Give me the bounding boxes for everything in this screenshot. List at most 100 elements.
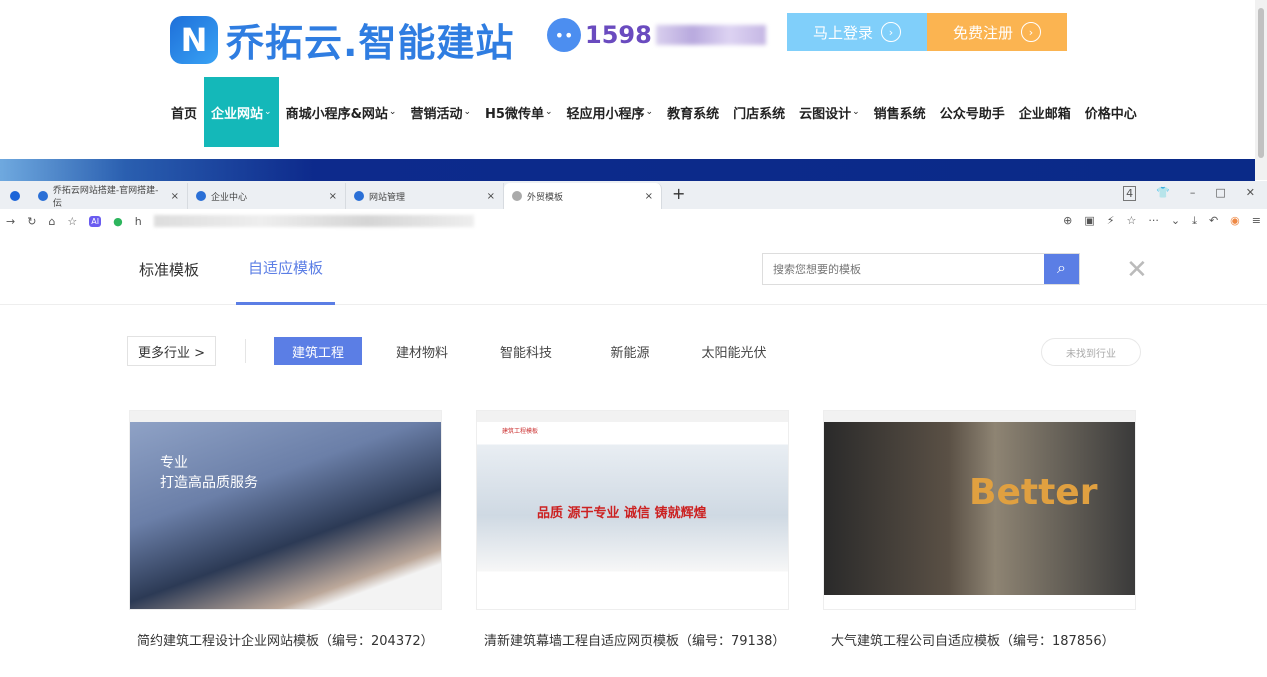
template-title: 清新建筑幕墙工程自适应网页模板（编号：79138）	[476, 630, 789, 649]
industry-not-found-button[interactable]: 未找到行业	[1041, 338, 1141, 366]
logo[interactable]: N乔拓云.智能建站	[170, 12, 514, 67]
favorites-icon[interactable]: ☆	[67, 215, 77, 228]
more-industries-button[interactable]: 更多行业 >	[127, 336, 216, 366]
nav-item[interactable]: 销售系统	[867, 77, 933, 147]
browser-tab[interactable]: 网站管理×	[346, 183, 504, 209]
nav-label: 价格中心	[1085, 103, 1137, 122]
nav-label: 企业邮箱	[1019, 103, 1071, 122]
chevron-down-icon[interactable]: ⌄	[1171, 214, 1180, 228]
new-tab-button[interactable]: +	[662, 184, 695, 209]
industry-tech[interactable]: 智能科技	[482, 337, 570, 365]
profile-icon[interactable]: ◉	[1230, 214, 1240, 228]
template-search: ⌕	[762, 253, 1080, 285]
maximize-button[interactable]: □	[1215, 186, 1225, 201]
close-tab-icon[interactable]: ×	[487, 191, 495, 202]
register-button[interactable]: 免费注册›	[927, 13, 1067, 51]
template-thumbnail[interactable]: Better	[823, 410, 1136, 610]
template-thumbnail[interactable]: 建筑工程模板品质 源于专业 诚信 铸就辉煌	[476, 410, 789, 610]
nav-label: 商城小程序&网站	[286, 103, 388, 122]
template-card[interactable]: Better 大气建筑工程公司自适应模板（编号：187856）	[823, 410, 1136, 649]
more-icon[interactable]: ···	[1148, 214, 1159, 228]
close-tab-icon[interactable]: ×	[329, 191, 337, 202]
star-icon[interactable]: ☆	[1126, 214, 1136, 228]
skin-icon[interactable]: 👕	[1156, 186, 1170, 201]
nav-label: 轻应用小程序	[567, 103, 645, 122]
nav-label: 云图设计	[799, 103, 851, 122]
chevron-right-icon: ›	[1021, 22, 1041, 42]
favicon-icon	[196, 191, 206, 201]
tab-standard-templates[interactable]: 标准模板	[139, 233, 199, 305]
favicon-icon	[38, 191, 48, 201]
template-card[interactable]: 专业 打造高品质服务 简约建筑工程设计企业网站模板（编号：204372）	[129, 410, 442, 649]
chevron-down-icon: ⌄	[264, 107, 272, 117]
divider	[245, 339, 246, 363]
industry-construction[interactable]: 建筑工程	[274, 337, 362, 365]
forward-icon[interactable]: →	[6, 215, 15, 228]
chat-bubble-icon: ••	[547, 18, 581, 52]
template-title: 简约建筑工程设计企业网站模板（编号：204372）	[129, 630, 442, 649]
tab-count[interactable]: 4	[1123, 186, 1136, 201]
url-input[interactable]: h	[135, 215, 142, 228]
nav-item[interactable]: 公众号助手	[933, 77, 1012, 147]
download-icon[interactable]: ⤓	[1192, 214, 1197, 228]
address-bar: → ↻ ⌂ ☆ AI ● h ⊕ ▣ ⚡ ☆ ··· ⌄ ⤓ ↶ ◉ ≡	[0, 209, 1267, 233]
chevron-down-icon: ⌄	[545, 107, 553, 117]
nav-label: 首页	[171, 103, 197, 122]
zoom-icon[interactable]: ⊕	[1063, 214, 1072, 228]
nav-label: H5微传单	[485, 103, 544, 122]
screenshot-icon[interactable]: ▣	[1084, 214, 1094, 228]
nav-item[interactable]: 营销活动⌄	[403, 77, 478, 147]
search-input[interactable]	[763, 254, 1044, 284]
menu-icon[interactable]: ≡	[1252, 214, 1261, 228]
main-nav: 首页企业网站⌄商城小程序&网站⌄营销活动⌄H5微传单⌄轻应用小程序⌄教育系统门店…	[164, 77, 1144, 147]
nav-item[interactable]: 教育系统	[660, 77, 726, 147]
close-tab-icon[interactable]: ×	[171, 191, 179, 202]
home-icon[interactable]: ⌂	[48, 215, 55, 228]
template-card[interactable]: 建筑工程模板品质 源于专业 诚信 铸就辉煌 清新建筑幕墙工程自适应网页模板（编号…	[476, 410, 789, 649]
nav-item[interactable]: 商城小程序&网站⌄	[279, 77, 404, 147]
close-tab-icon[interactable]: ×	[645, 191, 653, 202]
undo-icon[interactable]: ↶	[1209, 214, 1218, 228]
browser-tab[interactable]: 企业中心×	[188, 183, 346, 209]
browser-tab-active[interactable]: 外贸模板×	[504, 183, 662, 209]
browser-tab[interactable]: 乔拓云网站搭建-官网搭建-伝×	[30, 183, 188, 209]
close-window-button[interactable]: ✕	[1246, 186, 1255, 201]
site-header: N乔拓云.智能建站 ••1598 马上登录› 免费注册› 首页企业网站⌄商城小程…	[0, 0, 1255, 180]
browser-logo-icon	[0, 183, 30, 209]
phone-contact: ••1598	[547, 18, 766, 52]
chevron-down-icon: ⌄	[389, 107, 397, 117]
chevron-right-icon: ›	[881, 22, 901, 42]
ai-icon[interactable]: AI	[89, 216, 101, 227]
blurred-url	[154, 215, 474, 227]
nav-item[interactable]: H5微传单⌄	[478, 77, 559, 147]
industry-solar[interactable]: 太阳能光伏	[690, 337, 778, 365]
industry-new-energy[interactable]: 新能源	[586, 337, 674, 365]
nav-label: 企业网站	[211, 103, 263, 122]
tab-responsive-templates[interactable]: 自适应模板	[236, 233, 335, 305]
nav-item[interactable]: 企业网站⌄	[204, 77, 279, 147]
nav-item[interactable]: 企业邮箱	[1012, 77, 1078, 147]
nav-item[interactable]: 价格中心	[1078, 77, 1144, 147]
minimize-button[interactable]: –	[1190, 186, 1196, 201]
nav-item[interactable]: 首页	[164, 77, 204, 147]
nav-item[interactable]: 轻应用小程序⌄	[560, 77, 661, 147]
nav-label: 教育系统	[667, 103, 719, 122]
nav-item[interactable]: 云图设计⌄	[792, 77, 867, 147]
industry-materials[interactable]: 建材物料	[378, 337, 466, 365]
search-button[interactable]: ⌕	[1044, 254, 1079, 284]
nav-label: 营销活动	[410, 103, 462, 122]
scrollbar[interactable]	[1255, 0, 1267, 180]
chevron-down-icon: ⌄	[463, 107, 471, 117]
chevron-down-icon: ⌄	[852, 107, 860, 117]
nav-item[interactable]: 门店系统	[726, 77, 792, 147]
bolt-icon[interactable]: ⚡	[1107, 214, 1115, 228]
template-title: 大气建筑工程公司自适应模板（编号：187856）	[823, 630, 1136, 649]
chevron-down-icon: ⌄	[646, 107, 654, 117]
logo-icon: N	[170, 16, 218, 64]
login-button[interactable]: 马上登录›	[787, 13, 927, 51]
reload-icon[interactable]: ↻	[27, 215, 36, 228]
lock-icon: ●	[113, 215, 123, 228]
close-icon[interactable]: ✕	[1126, 255, 1148, 285]
nav-label: 公众号助手	[940, 103, 1005, 122]
template-thumbnail[interactable]: 专业 打造高品质服务	[129, 410, 442, 610]
